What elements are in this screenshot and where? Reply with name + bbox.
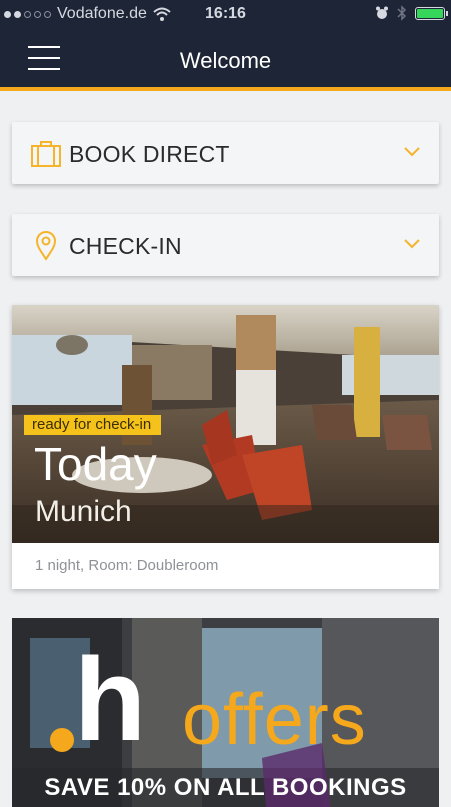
top-bar: Vodafone.de 16:16 Welcome (0, 0, 451, 87)
bluetooth-icon (397, 5, 407, 21)
hotel-city: Munich (35, 495, 132, 528)
check-in-label: CHECK-IN (69, 233, 182, 259)
offers-logo-letter: h (74, 634, 147, 766)
status-bar: Vodafone.de 16:16 (0, 0, 451, 30)
chevron-down-icon (404, 239, 420, 249)
alarm-icon (376, 6, 388, 19)
chevron-down-icon (404, 147, 420, 157)
accent-divider (0, 87, 451, 91)
check-in-status-badge: ready for check-in (24, 415, 162, 435)
briefcase-icon (31, 141, 61, 167)
offers-subtitle: SAVE 10% ON ALL BOOKINGS (44, 774, 407, 801)
book-direct-button[interactable]: BOOK DIRECT (12, 122, 439, 184)
offers-logo-dot (50, 728, 74, 752)
stay-date: Today (34, 438, 157, 490)
status-icons (375, 5, 448, 21)
booking-card[interactable]: ready for check-in Today Munich 1 night,… (12, 305, 439, 589)
battery-icon (415, 6, 448, 20)
offers-banner[interactable]: h offers SAVE 10% ON ALL BOOKINGS (12, 618, 439, 807)
page-title: Welcome (179, 48, 272, 73)
location-pin-icon (35, 231, 57, 261)
offers-title: offers (182, 680, 367, 760)
stay-details: 1 night, Room: Doubleroom (35, 557, 219, 574)
book-direct-label: BOOK DIRECT (69, 141, 230, 167)
check-in-button[interactable]: CHECK-IN (12, 214, 439, 276)
